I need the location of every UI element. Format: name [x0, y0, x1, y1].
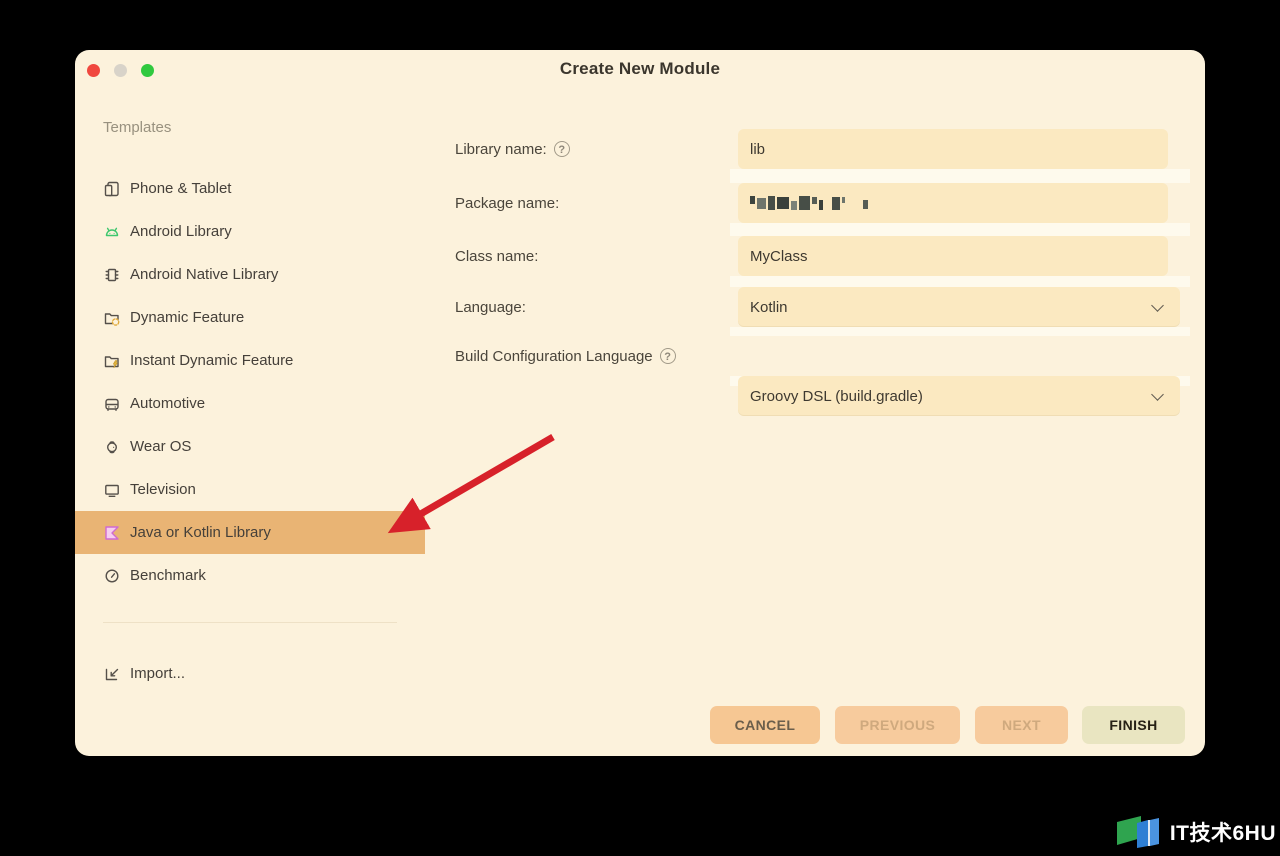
sidebar-item-instant-dynamic-feature[interactable]: Instant Dynamic Feature	[75, 339, 425, 382]
phone-tablet-icon	[104, 181, 119, 196]
chevron-down-icon	[1151, 388, 1164, 401]
form-row-gap	[730, 223, 1190, 236]
finish-button[interactable]: FINISH	[1082, 706, 1185, 744]
tv-icon	[105, 484, 119, 497]
sidebar-divider	[103, 622, 397, 623]
class-name-label-row: Class name:	[455, 236, 538, 276]
sidebar-item-label: Automotive	[130, 395, 206, 412]
import-icon	[105, 668, 119, 680]
build-config-dropdown[interactable]: Groovy DSL (build.gradle)	[738, 376, 1180, 416]
sidebar-item-phone-tablet[interactable]: Phone & Tablet	[75, 167, 425, 210]
folder-refresh-icon	[104, 312, 120, 326]
screenshot-canvas: Create New Module Templates Phone & Tabl…	[0, 0, 1280, 856]
language-label-row: Language:	[455, 287, 526, 327]
cancel-button[interactable]: CANCEL	[710, 706, 820, 744]
next-button[interactable]: NEXT	[975, 706, 1068, 744]
sidebar-item-wear-os[interactable]: Wear OS	[75, 425, 425, 468]
redacted-package-name	[750, 194, 868, 212]
build-config-label: Build Configuration Language	[455, 347, 653, 365]
language-label: Language:	[455, 298, 526, 316]
language-dropdown[interactable]: Kotlin	[738, 287, 1180, 327]
help-icon[interactable]: ?	[659, 348, 676, 364]
form-row-gap	[730, 276, 1190, 287]
sidebar-item-android-native-library[interactable]: Android Native Library	[75, 253, 425, 296]
package-name-label: Package name:	[455, 194, 560, 212]
language-selected-value: Kotlin	[750, 298, 788, 316]
sidebar-item-label: Android Native Library	[130, 266, 279, 283]
kotlin-icon	[105, 525, 119, 540]
sidebar-item-label: Instant Dynamic Feature	[130, 352, 294, 369]
create-new-module-dialog: Create New Module Templates Phone & Tabl…	[75, 50, 1205, 756]
sidebar-item-television[interactable]: Television	[75, 468, 425, 511]
folder-bolt-icon	[104, 355, 119, 368]
class-name-input[interactable]	[750, 247, 1156, 265]
chip-icon	[105, 268, 119, 281]
android-icon	[105, 227, 119, 236]
class-name-field[interactable]	[738, 236, 1168, 276]
sidebar-item-label: Android Library	[130, 223, 232, 240]
watermark-logo-icon	[1116, 816, 1159, 848]
sidebar-item-label: Java or Kotlin Library	[130, 524, 271, 541]
sidebar-item-label: Phone & Tablet	[130, 180, 232, 197]
sidebar-item-label: Dynamic Feature	[130, 309, 245, 326]
dialog-title: Create New Module	[559, 59, 721, 78]
import-label: Import...	[130, 665, 186, 682]
chevron-down-icon	[1151, 299, 1164, 312]
build-config-label-row: Build Configuration Language ?	[455, 336, 676, 376]
package-name-field[interactable]	[738, 183, 1168, 223]
library-name-label: Library name:	[455, 140, 547, 158]
gauge-icon	[105, 568, 119, 583]
sidebar-item-benchmark[interactable]: Benchmark	[75, 554, 425, 597]
form-row-gap	[730, 169, 1190, 183]
class-name-label: Class name:	[455, 247, 539, 265]
sidebar-item-automotive[interactable]: Automotive	[75, 382, 425, 425]
watermark-text: IT技术6HU	[1169, 822, 1276, 845]
package-name-label-row: Package name:	[455, 183, 559, 223]
watch-icon	[106, 440, 118, 453]
templates-heading: Templates	[103, 119, 172, 136]
sidebar-item-dynamic-feature[interactable]: Dynamic Feature	[75, 296, 425, 339]
library-name-field[interactable]	[738, 129, 1168, 169]
help-icon[interactable]: ?	[553, 141, 570, 157]
library-name-label-row: Library name: ?	[455, 129, 570, 169]
watermark: IT技术6HU	[1116, 814, 1276, 850]
library-name-input[interactable]	[750, 140, 1156, 158]
import-button[interactable]: Import...	[75, 652, 425, 695]
sidebar-item-label: Television	[130, 481, 196, 498]
sidebar-item-android-library[interactable]: Android Library	[75, 210, 425, 253]
sidebar-item-label: Wear OS	[130, 438, 192, 455]
previous-button[interactable]: PREVIOUS	[835, 706, 960, 744]
car-icon	[105, 398, 119, 411]
form-row-gap	[730, 327, 1190, 336]
sidebar-item-label: Benchmark	[130, 567, 206, 584]
template-list: Phone & Tablet Android Library Android N…	[75, 167, 425, 597]
build-config-selected-value: Groovy DSL (build.gradle)	[750, 387, 923, 405]
sidebar-item-java-or-kotlin-library[interactable]: Java or Kotlin Library	[75, 511, 425, 554]
